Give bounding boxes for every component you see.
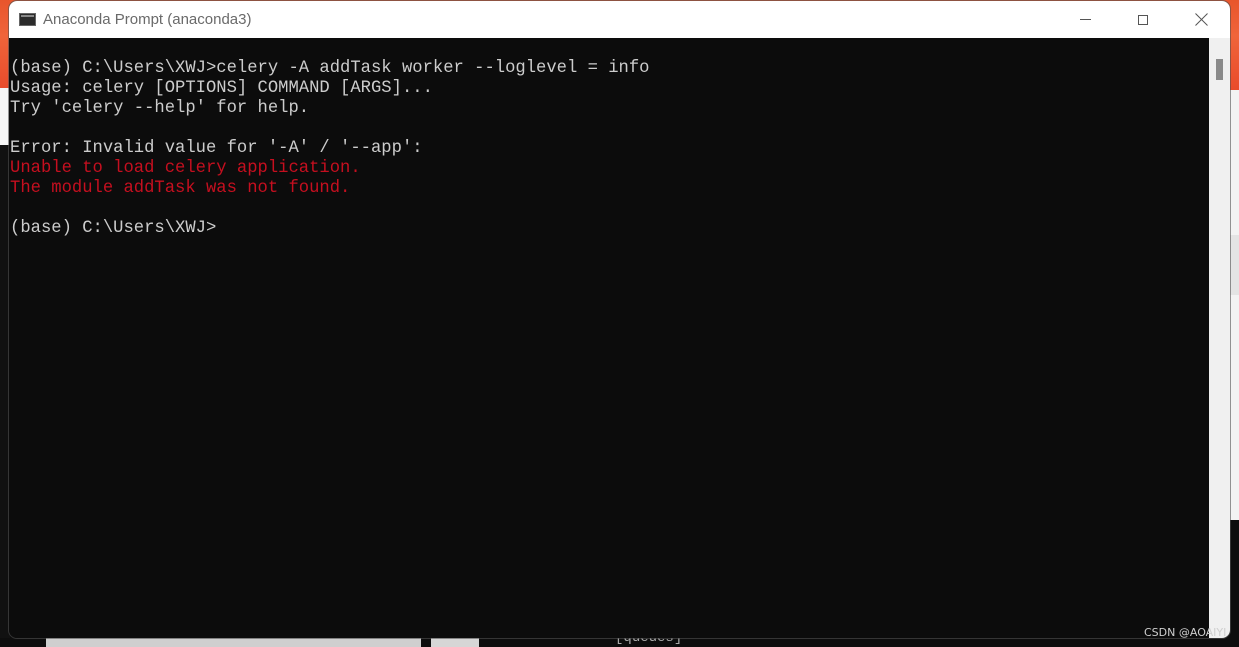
title-bar[interactable]: Anaconda Prompt (anaconda3) — [9, 1, 1230, 38]
console-error-line: The module addTask was not found. — [10, 179, 351, 198]
vertical-scrollbar[interactable] — [1209, 38, 1230, 638]
close-icon — [1195, 13, 1208, 26]
terminal-icon — [19, 13, 36, 26]
minimize-icon — [1079, 19, 1091, 20]
console-line: Usage: celery [OPTIONS] COMMAND [ARGS]..… — [10, 79, 433, 98]
background-window-edge — [1229, 90, 1239, 590]
maximize-button[interactable] — [1114, 1, 1172, 38]
console-line: (base) C:\Users\XWJ>celery -A addTask wo… — [10, 59, 650, 78]
window-title: Anaconda Prompt (anaconda3) — [43, 11, 252, 28]
scrollbar-thumb[interactable] — [1216, 59, 1223, 80]
close-button[interactable] — [1172, 1, 1230, 38]
background-window-edge — [1229, 520, 1239, 647]
background-panel — [46, 638, 421, 647]
background-window-edge — [1229, 235, 1239, 295]
console-line: Try 'celery --help' for help. — [10, 99, 310, 118]
watermark: CSDN @AOAIYI — [1144, 626, 1227, 639]
console-error-line: Unable to load celery application. — [10, 159, 361, 178]
background-panel — [431, 638, 479, 647]
maximize-icon — [1138, 14, 1148, 25]
console-line: Error: Invalid value for '-A' / '--app': — [10, 139, 423, 158]
console-output[interactable]: (base) C:\Users\XWJ>celery -A addTask wo… — [9, 38, 1209, 638]
terminal-window: Anaconda Prompt (anaconda3) (base) C:\Us… — [9, 1, 1230, 638]
window-controls — [1056, 1, 1230, 38]
console-prompt-line[interactable]: (base) C:\Users\XWJ> — [9, 219, 1209, 239]
minimize-button[interactable] — [1056, 1, 1114, 38]
